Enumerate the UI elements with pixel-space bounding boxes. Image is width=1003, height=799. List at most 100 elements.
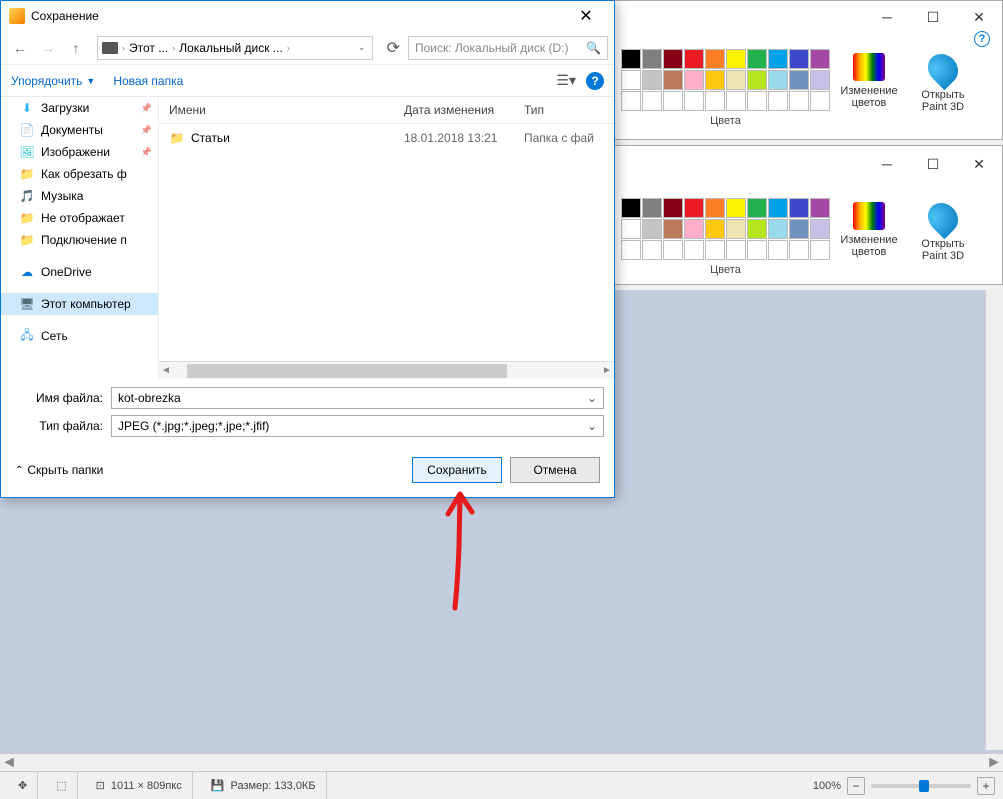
maximize-icon[interactable]: ☐ xyxy=(910,150,956,178)
color-swatch[interactable] xyxy=(726,70,746,90)
color-swatch[interactable] xyxy=(810,49,830,69)
up-button[interactable]: ↑ xyxy=(63,35,89,61)
color-swatch[interactable] xyxy=(789,49,809,69)
file-scrollbar[interactable]: ◄► xyxy=(159,361,614,379)
color-swatch[interactable] xyxy=(747,91,767,111)
color-swatch[interactable] xyxy=(684,49,704,69)
minimize-icon[interactable]: ─ xyxy=(864,3,910,31)
color-swatch[interactable] xyxy=(810,91,830,111)
color-swatch[interactable] xyxy=(684,198,704,218)
color-swatch[interactable] xyxy=(726,91,746,111)
zoom-in-button[interactable]: + xyxy=(977,777,995,795)
color-swatch[interactable] xyxy=(768,240,788,260)
color-swatch[interactable] xyxy=(621,219,641,239)
color-swatch[interactable] xyxy=(705,49,725,69)
color-swatch[interactable] xyxy=(705,240,725,260)
tree-item[interactable]: 📁Не отображает xyxy=(1,207,158,229)
color-swatch[interactable] xyxy=(621,198,641,218)
color-swatch[interactable] xyxy=(768,49,788,69)
color-swatch[interactable] xyxy=(663,240,683,260)
color-swatch[interactable] xyxy=(789,219,809,239)
color-swatch[interactable] xyxy=(684,219,704,239)
color-swatch[interactable] xyxy=(663,219,683,239)
tree-item[interactable]: 🖼Изображени xyxy=(1,141,158,163)
edit-colors-button[interactable]: Изменение цветов xyxy=(834,198,904,262)
color-swatch[interactable] xyxy=(705,91,725,111)
color-swatch[interactable] xyxy=(663,49,683,69)
color-swatch[interactable] xyxy=(642,70,662,90)
filetype-select[interactable]: JPEG (*.jpg;*.jpeg;*.jpe;*.jfif) xyxy=(111,415,604,437)
color-swatch[interactable] xyxy=(747,240,767,260)
close-icon[interactable]: ✕ xyxy=(956,3,1002,31)
color-swatch[interactable] xyxy=(768,219,788,239)
color-swatch[interactable] xyxy=(789,240,809,260)
new-folder-button[interactable]: Новая папка xyxy=(113,74,183,88)
zoom-slider[interactable] xyxy=(871,784,971,788)
back-button[interactable]: ← xyxy=(7,35,33,61)
view-options-button[interactable]: ☰▾ xyxy=(556,72,576,89)
color-swatch[interactable] xyxy=(768,198,788,218)
tree-item[interactable]: 📁Подключение п xyxy=(1,229,158,251)
tree-item[interactable]: 📄Документы xyxy=(1,119,158,141)
maximize-icon[interactable]: ☐ xyxy=(910,3,956,31)
color-swatch[interactable] xyxy=(768,91,788,111)
paint3d-button[interactable]: Открыть Paint 3D xyxy=(908,198,978,266)
color-swatch[interactable] xyxy=(726,240,746,260)
color-swatch[interactable] xyxy=(747,219,767,239)
color-swatch[interactable] xyxy=(642,240,662,260)
color-swatch[interactable] xyxy=(684,70,704,90)
color-swatch[interactable] xyxy=(663,70,683,90)
tree-item[interactable]: 🖧Сеть xyxy=(1,325,158,347)
color-swatch[interactable] xyxy=(810,198,830,218)
color-swatch[interactable] xyxy=(621,240,641,260)
search-input[interactable]: Поиск: Локальный диск (D:) 🔍 xyxy=(408,36,608,60)
col-date[interactable]: Дата изменения xyxy=(404,103,524,117)
color-swatch[interactable] xyxy=(726,198,746,218)
color-swatch[interactable] xyxy=(726,219,746,239)
color-swatch[interactable] xyxy=(705,198,725,218)
color-swatch[interactable] xyxy=(747,49,767,69)
color-swatch[interactable] xyxy=(810,219,830,239)
color-swatch[interactable] xyxy=(768,70,788,90)
color-swatch[interactable] xyxy=(789,70,809,90)
close-icon[interactable]: ✕ xyxy=(566,6,606,26)
col-type[interactable]: Тип xyxy=(524,103,604,117)
color-swatch[interactable] xyxy=(621,49,641,69)
help-icon[interactable]: ? xyxy=(586,72,604,90)
minimize-icon[interactable]: ─ xyxy=(864,150,910,178)
tree-item[interactable]: 🎵Музыка xyxy=(1,185,158,207)
color-swatch[interactable] xyxy=(726,49,746,69)
save-button[interactable]: Сохранить xyxy=(412,457,502,483)
hide-folders-button[interactable]: ⌃Скрыть папки xyxy=(15,463,103,477)
help-icon[interactable]: ? xyxy=(974,31,990,47)
file-row[interactable]: 📁Статьи18.01.2018 13:21Папка с фай xyxy=(159,124,614,152)
zoom-out-button[interactable]: − xyxy=(847,777,865,795)
color-swatch[interactable] xyxy=(663,91,683,111)
color-swatch[interactable] xyxy=(642,91,662,111)
color-swatch[interactable] xyxy=(642,49,662,69)
color-swatch[interactable] xyxy=(642,219,662,239)
color-swatch[interactable] xyxy=(621,70,641,90)
address-bar[interactable]: › Этот ... › Локальный диск ... › ⌄ xyxy=(97,36,373,60)
color-swatch[interactable] xyxy=(705,70,725,90)
paint3d-button[interactable]: Открыть Paint 3D xyxy=(908,49,978,117)
color-swatch[interactable] xyxy=(747,70,767,90)
organize-button[interactable]: Упорядочить▼ xyxy=(11,74,95,88)
color-swatch[interactable] xyxy=(789,198,809,218)
color-palette[interactable] xyxy=(621,49,830,111)
cancel-button[interactable]: Отмена xyxy=(510,457,600,483)
color-swatch[interactable] xyxy=(705,219,725,239)
folder-tree[interactable]: ⬇Загрузки📄Документы🖼Изображени📁Как обрез… xyxy=(1,97,159,379)
forward-button[interactable]: → xyxy=(35,35,61,61)
color-swatch[interactable] xyxy=(747,198,767,218)
color-swatch[interactable] xyxy=(684,240,704,260)
color-swatch[interactable] xyxy=(810,70,830,90)
close-icon[interactable]: ✕ xyxy=(956,150,1002,178)
horizontal-scrollbar[interactable]: ◄► xyxy=(0,753,1003,771)
col-name[interactable]: Имени xyxy=(169,103,404,117)
refresh-button[interactable]: ⟳ xyxy=(381,38,406,58)
color-swatch[interactable] xyxy=(789,91,809,111)
color-palette[interactable] xyxy=(621,198,830,260)
filename-input[interactable]: kot-obrezka xyxy=(111,387,604,409)
color-swatch[interactable] xyxy=(810,240,830,260)
